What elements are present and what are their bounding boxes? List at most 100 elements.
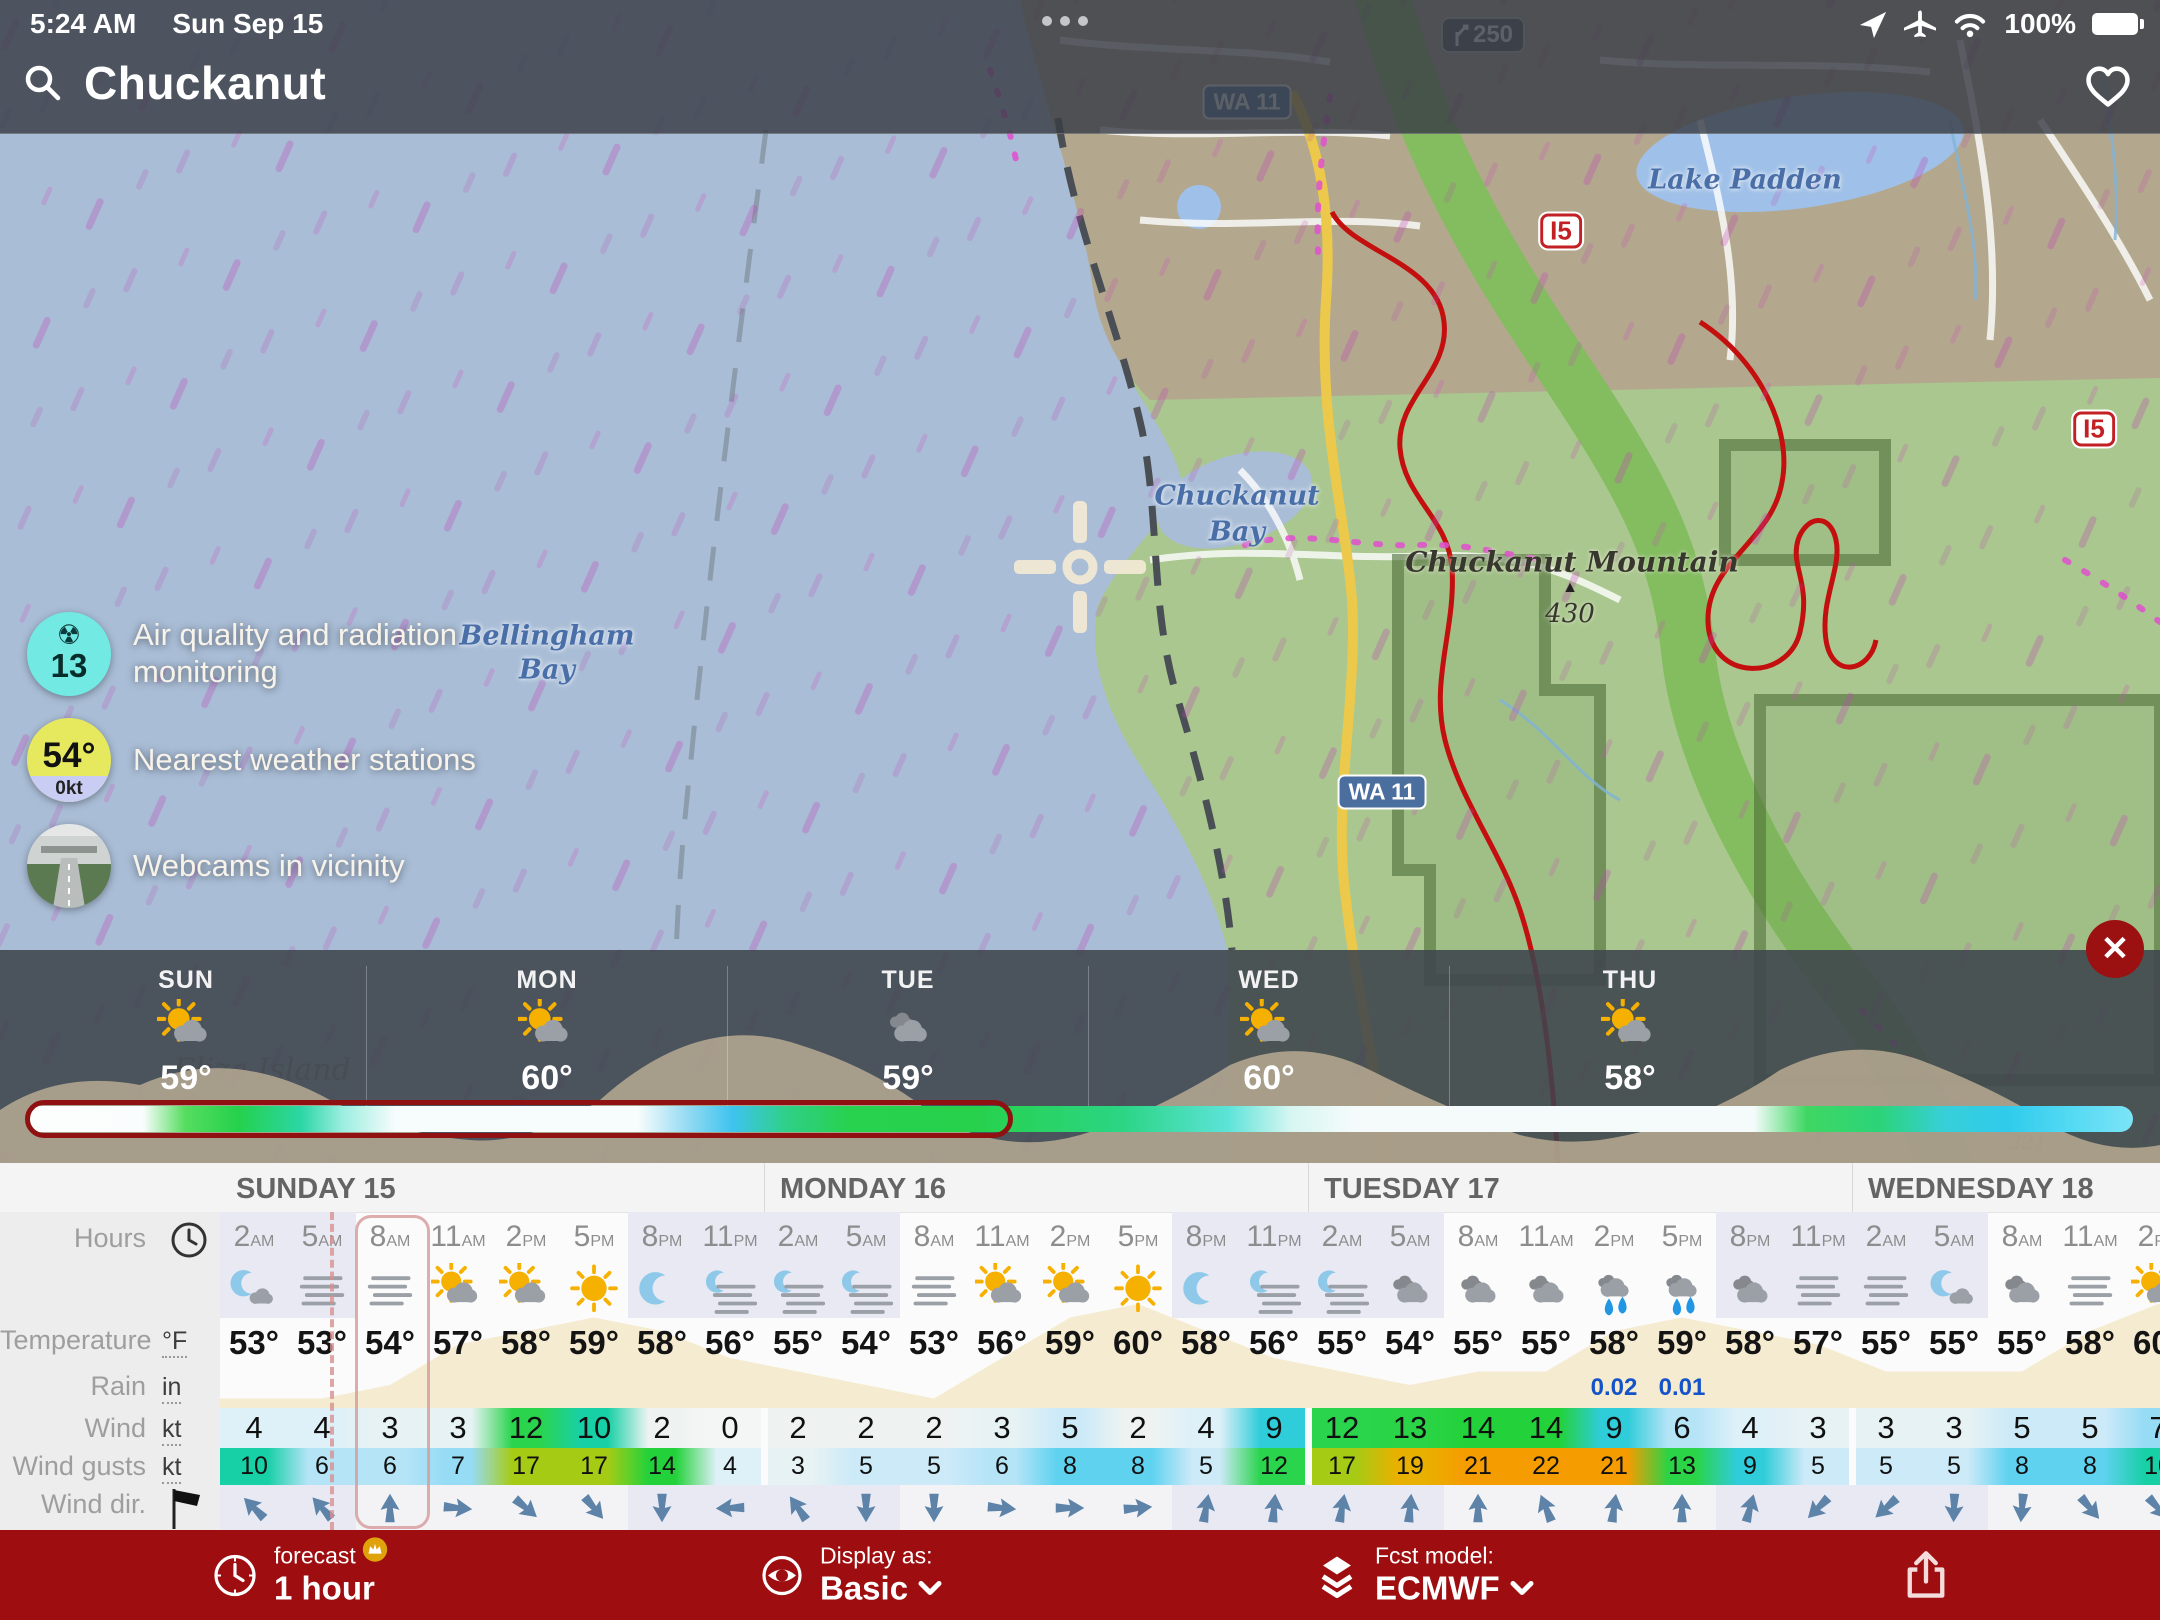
- temperature-value: 55°: [1444, 1318, 1512, 1368]
- rain-value: [492, 1368, 560, 1408]
- temperature-value: 59°: [560, 1318, 628, 1368]
- gust-value: 6: [288, 1448, 356, 1485]
- temperature-value: 54°: [1376, 1318, 1444, 1368]
- day-header: WEDNESDAY 18: [1868, 1173, 2094, 1206]
- hour-column: 11PM: [1784, 1212, 1852, 1262]
- time-progress-bar[interactable]: [27, 1106, 2133, 1132]
- weather-icon-moon-fog: [839, 1263, 893, 1317]
- day-strip-mon[interactable]: MON 60°: [367, 966, 728, 1112]
- forecast-day-group: MONDAY 16 2AM 55° 2 3 5AM 54° 2 5 8AM 53…: [764, 1163, 1308, 1530]
- wind-direction-cell: [1376, 1485, 1444, 1530]
- wind-direction-cell: [288, 1485, 356, 1530]
- wind-direction-cell: [1988, 1485, 2056, 1530]
- wind-direction-cell: [1648, 1485, 1716, 1530]
- wind-direction-cell: [1104, 1485, 1172, 1530]
- hour-column: 11AM: [1512, 1212, 1580, 1262]
- road-badge-state: WA 11: [1338, 775, 1427, 810]
- gust-value: 13: [1648, 1448, 1716, 1485]
- rain-value: [2056, 1368, 2124, 1408]
- chevron-down-icon: [1510, 1581, 1534, 1597]
- wind-direction-cell: [764, 1485, 832, 1530]
- search-icon: [24, 64, 62, 102]
- wind-direction-arrow: [2071, 1489, 2109, 1527]
- hour-weather-icon: [1920, 1262, 1988, 1318]
- temperature-value: 58°: [1172, 1318, 1240, 1368]
- temperature-value: 53°: [900, 1318, 968, 1368]
- forecast-model-selector[interactable]: Fcst model: ECMWF: [1315, 1543, 1534, 1608]
- wind-direction-arrow: [983, 1489, 1021, 1527]
- wind-direction-cell: [220, 1485, 288, 1530]
- day-temp: 59°: [728, 1059, 1088, 1098]
- weather-icon-cloud-rain: [1655, 1263, 1709, 1317]
- display-as-label: Display as:: [820, 1543, 942, 1570]
- favorite-heart-icon[interactable]: [2082, 62, 2134, 110]
- map-label-bay: Bay: [1209, 517, 1265, 548]
- wifi-icon: [1952, 10, 1988, 38]
- radiation-button[interactable]: ☢13Air quality and radiation monitoring: [27, 612, 573, 696]
- display-as-selector[interactable]: Display as: Basic: [760, 1543, 942, 1608]
- temperature-value: 58°: [492, 1318, 560, 1368]
- wind-value: 9: [1580, 1408, 1648, 1448]
- day-strip-thu[interactable]: THU 58°: [1450, 966, 1810, 1112]
- gust-value: 10: [2124, 1448, 2160, 1485]
- wind-value: 4: [1172, 1408, 1240, 1448]
- forecast-step-button[interactable]: forecast 1 hour: [212, 1543, 388, 1608]
- day-strip-sun[interactable]: SUN 59°: [6, 966, 367, 1112]
- gust-value: 22: [1512, 1448, 1580, 1485]
- rain-value: [1444, 1368, 1512, 1408]
- hour-column: 8PM: [628, 1212, 696, 1262]
- temperature-value: 55°: [764, 1318, 832, 1368]
- day-header: SUNDAY 15: [236, 1173, 396, 1206]
- rain-value: [560, 1368, 628, 1408]
- wind-direction-cell: [1716, 1485, 1784, 1530]
- rain-value: [1308, 1368, 1376, 1408]
- hour-weather-icon: [1376, 1262, 1444, 1318]
- hour-column: 8AM: [1988, 1212, 2056, 1262]
- gust-value: 3: [764, 1448, 832, 1485]
- weather-icon-fog: [907, 1263, 961, 1317]
- wind-value: 4: [288, 1408, 356, 1448]
- wind-direction-cell: [560, 1485, 628, 1530]
- day-strip-wed[interactable]: WED 60°: [1089, 966, 1450, 1112]
- wind-direction-cell: [492, 1485, 560, 1530]
- rain-value: [1376, 1368, 1444, 1408]
- hour-column: 2AM: [764, 1212, 832, 1262]
- hour-column: 2PM: [492, 1212, 560, 1262]
- hour-weather-icon: [2056, 1262, 2124, 1318]
- weather-icon-fog: [1859, 1263, 1913, 1317]
- temperature-value: 58°: [628, 1318, 696, 1368]
- temperature-value: 58°: [2056, 1318, 2124, 1368]
- weather-icon-sun: [1111, 1263, 1165, 1317]
- temperature-value: 55°: [1988, 1318, 2056, 1368]
- weather-icon-sun: [567, 1263, 621, 1317]
- wind-direction-arrow: [1867, 1489, 1905, 1527]
- close-forecast-button[interactable]: ✕: [2086, 920, 2144, 978]
- status-right: 100%: [1858, 8, 2138, 40]
- share-button[interactable]: [1900, 1549, 1952, 1601]
- weather-icon-sun-cloud: [157, 999, 215, 1057]
- webcam-button[interactable]: Webcams in vicinity: [27, 824, 573, 908]
- rain-value: [900, 1368, 968, 1408]
- map-label-lake-padden: Lake Padden: [1648, 165, 1841, 196]
- wind-direction-arrow: [643, 1489, 681, 1527]
- weather-icon-moon: [1179, 1263, 1233, 1317]
- temperature-value: 56°: [968, 1318, 1036, 1368]
- wind-direction-arrow: [847, 1489, 885, 1527]
- search-input[interactable]: Chuckanut: [84, 56, 326, 110]
- day-strip-tue[interactable]: TUE 59°: [728, 966, 1089, 1112]
- station-button[interactable]: 54°0ktNearest weather stations: [27, 718, 573, 802]
- wind-value: 10: [560, 1408, 628, 1448]
- hour-column: 5PM: [560, 1212, 628, 1262]
- wind-value: 2: [900, 1408, 968, 1448]
- weather-icon-sun-cloud: [1043, 1263, 1097, 1317]
- wind-direction-cell: [1036, 1485, 1104, 1530]
- wind-direction-arrow: [507, 1489, 545, 1527]
- wind-direction-cell: [1852, 1485, 1920, 1530]
- hour-weather-icon: [1036, 1262, 1104, 1318]
- temperature-value: 53°: [288, 1318, 356, 1368]
- hour-weather-icon: [2124, 1262, 2160, 1318]
- hour-weather-icon: [1104, 1262, 1172, 1318]
- rain-value: [1716, 1368, 1784, 1408]
- wind-direction-arrow: [235, 1489, 273, 1527]
- day-temp: 60°: [1089, 1059, 1449, 1098]
